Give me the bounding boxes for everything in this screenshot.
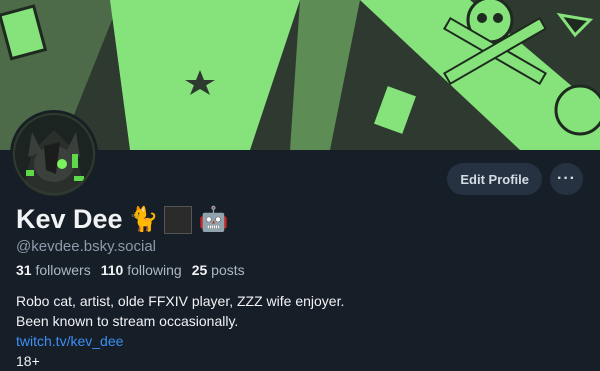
display-name-row: Kev Dee 🐈 🤖 [16, 204, 228, 235]
profile-stats: 31 followers 110 following 25 posts [16, 262, 245, 278]
bio-line-2: Been known to stream occasionally. [16, 313, 239, 329]
following-stat[interactable]: 110 following [101, 262, 182, 278]
posts-label: posts [211, 262, 245, 278]
bio-link[interactable]: twitch.tv/kev_dee [16, 331, 344, 351]
followers-count: 31 [16, 262, 32, 278]
robot-emoji-icon: 🤖 [198, 205, 229, 233]
following-count: 110 [100, 262, 124, 278]
profile-handle: @kevdee.bsky.social [16, 238, 157, 255]
bio-line-4: 18+ [16, 353, 40, 369]
followers-stat[interactable]: 31 followers [16, 262, 91, 278]
profile-bio: Robo cat, artist, olde FFXIV player, ZZZ… [16, 291, 344, 371]
avatar[interactable] [10, 110, 98, 198]
bio-line-1: Robo cat, artist, olde FFXIV player, ZZZ… [16, 293, 345, 309]
cat-emoji-icon: 🐈 [128, 205, 159, 233]
display-name: Kev Dee [16, 204, 123, 234]
edit-profile-button[interactable]: Edit Profile [447, 163, 542, 195]
profile-actions: Edit Profile ··· [447, 163, 583, 195]
robot-cat-avatar-icon [12, 112, 96, 196]
following-label: following [127, 262, 182, 278]
posts-stat: 25 posts [192, 262, 245, 278]
black-square-emoji-icon [164, 205, 193, 234]
followers-label: followers [35, 262, 91, 278]
more-options-button[interactable]: ··· [550, 163, 583, 195]
ellipsis-icon: ··· [557, 170, 576, 187]
profile-banner[interactable] [0, 0, 600, 150]
banner-art [0, 0, 600, 150]
posts-count: 25 [191, 262, 208, 278]
